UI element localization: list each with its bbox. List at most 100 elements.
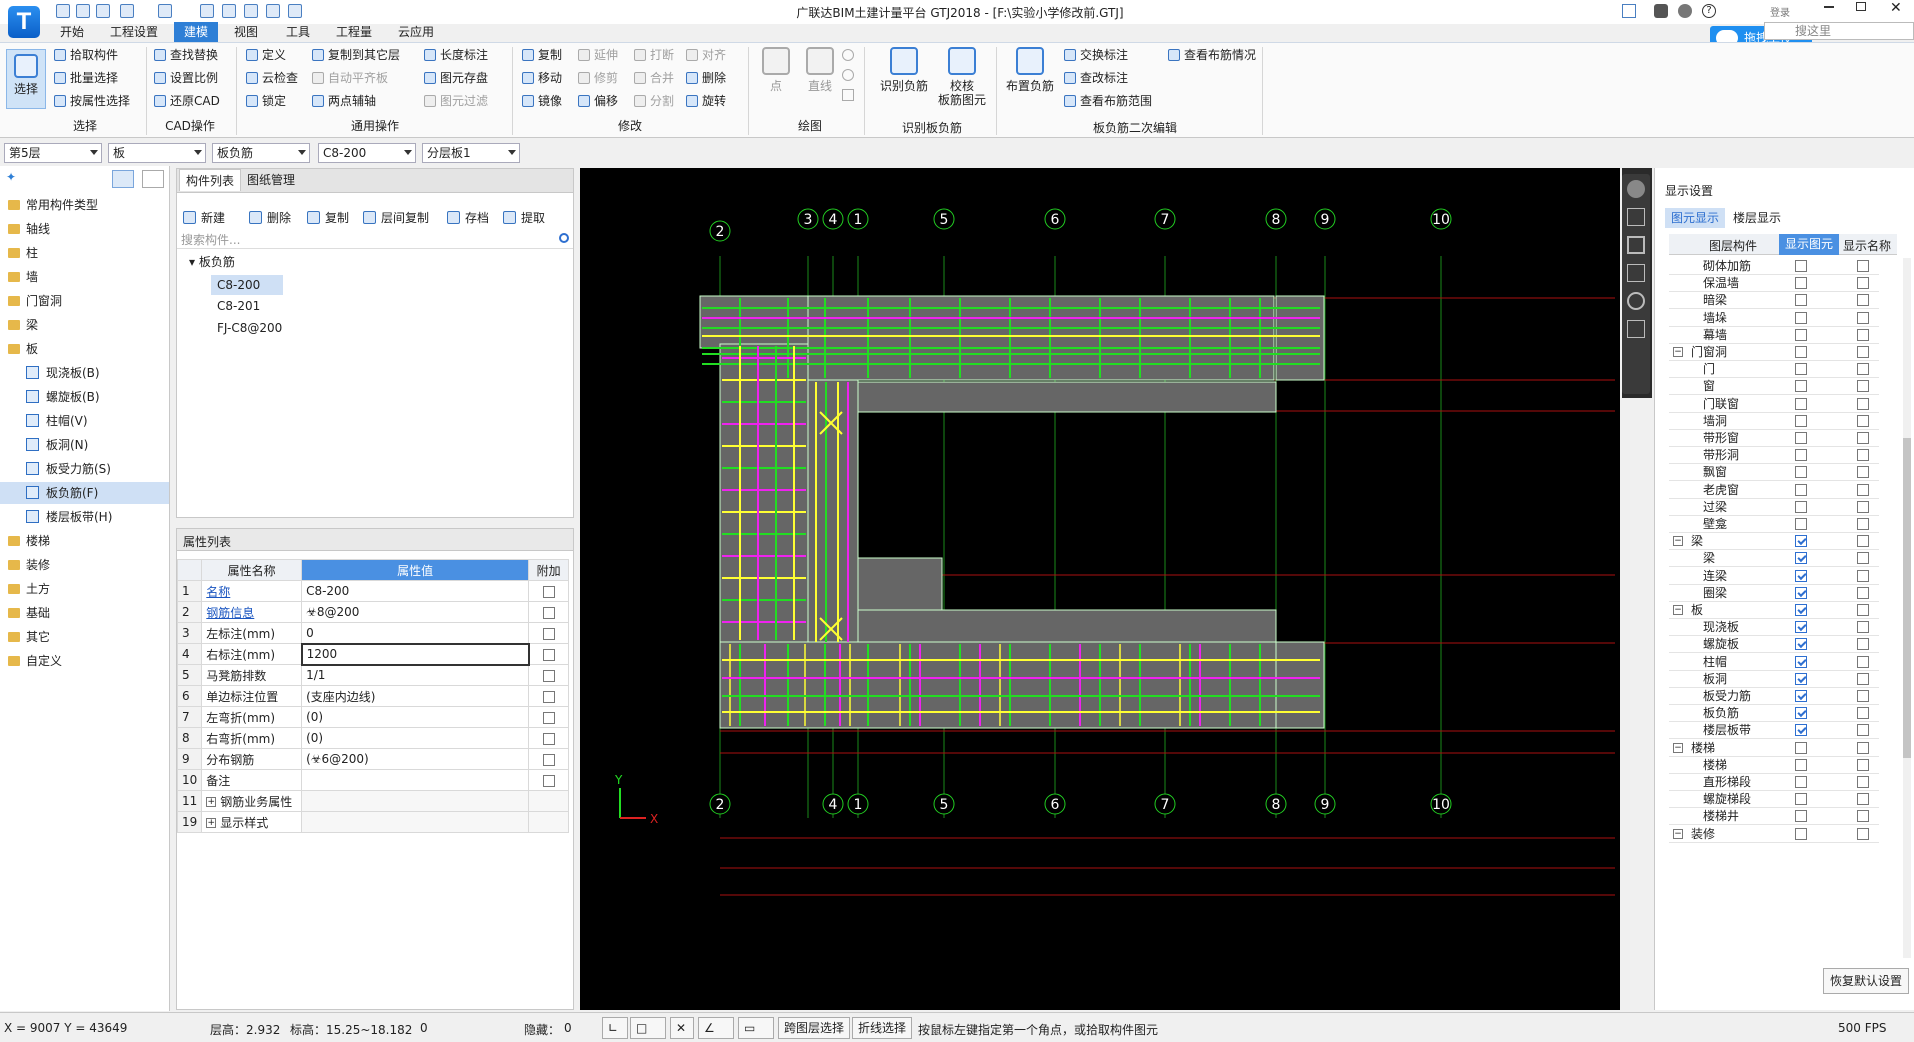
draw-point-button[interactable]: 点	[756, 47, 796, 93]
tab-start[interactable]: 开始	[50, 22, 94, 42]
subtype-select[interactable]: 板负筋	[212, 143, 310, 163]
nav-item-18[interactable]: 其它	[0, 626, 169, 648]
element-filter-button[interactable]: 图元过滤	[424, 93, 488, 109]
show-element-checkbox[interactable]	[1795, 707, 1807, 720]
show-element-checkbox[interactable]	[1795, 827, 1807, 840]
minimize-button[interactable]	[1824, 6, 1834, 8]
display-row[interactable]: − 板	[1669, 602, 1879, 619]
property-value[interactable]: (☣6@200)	[301, 748, 530, 770]
extra-checkbox[interactable]	[542, 774, 555, 787]
property-value[interactable]: (支座内边线)	[301, 685, 530, 707]
property-value[interactable]: (0)	[301, 727, 530, 749]
globe-icon[interactable]	[1627, 180, 1645, 198]
polyline-select-button[interactable]: 折线选择	[852, 1017, 913, 1039]
show-name-checkbox[interactable]	[1857, 432, 1869, 444]
show-element-checkbox[interactable]	[1795, 690, 1807, 702]
draw-line-button[interactable]: 直线	[800, 47, 840, 93]
display-row[interactable]: 窗	[1669, 378, 1879, 396]
display-row[interactable]: 门	[1669, 361, 1879, 379]
group-modify-label[interactable]: 修改	[590, 117, 670, 134]
extra-checkbox[interactable]	[542, 585, 555, 598]
collapse-icon[interactable]: −	[1673, 605, 1683, 615]
property-value[interactable]: 1/1	[301, 664, 530, 686]
display-row[interactable]: 过梁	[1669, 499, 1879, 516]
nav-item-14[interactable]: 楼梯	[0, 530, 169, 552]
tree-root[interactable]: ▾ 板负筋	[189, 253, 235, 270]
circle-icon[interactable]	[842, 69, 854, 81]
display-row[interactable]: 柱帽	[1669, 654, 1879, 671]
copy-between-floors-button[interactable]: 层间复制	[363, 209, 429, 227]
component-select[interactable]: C8-200	[318, 143, 416, 163]
show-element-checkbox[interactable]	[1795, 346, 1807, 358]
extra-checkbox[interactable]	[542, 690, 555, 703]
search-input[interactable]: 搜这里	[1764, 22, 1914, 40]
mirror-button[interactable]: 镜像	[522, 93, 562, 109]
show-element-checkbox[interactable]	[1795, 535, 1807, 548]
display-scrollbar[interactable]	[1903, 258, 1911, 958]
nav-item-16[interactable]: 土方	[0, 578, 169, 600]
lock-button[interactable]: 锁定	[246, 93, 286, 109]
cross-icon[interactable]: ✕	[670, 1017, 694, 1039]
property-value[interactable]	[301, 769, 530, 791]
show-name-checkbox[interactable]	[1857, 518, 1869, 530]
batch-select-button[interactable]: 批量选择	[54, 70, 118, 86]
delete-button[interactable]: 删除	[686, 70, 726, 86]
nav-item-10[interactable]: 板洞(N)	[0, 434, 169, 456]
show-name-checkbox[interactable]	[1857, 483, 1869, 496]
show-name-checkbox[interactable]	[1857, 449, 1869, 462]
display-row[interactable]: − 梁	[1669, 533, 1879, 551]
collapse-icon[interactable]: −	[1673, 536, 1683, 547]
show-element-checkbox[interactable]	[1795, 449, 1807, 462]
show-name-checkbox[interactable]	[1857, 569, 1869, 582]
nav-item-8[interactable]: 螺旋板(B)	[0, 386, 169, 408]
show-element-checkbox[interactable]	[1795, 655, 1807, 668]
show-name-checkbox[interactable]	[1857, 672, 1869, 685]
display-row[interactable]: 墙垛	[1669, 310, 1879, 327]
select-by-property-button[interactable]: 按属性选择	[54, 93, 130, 109]
property-row[interactable]: 4 右标注(mm) 1200	[176, 642, 569, 666]
drawing-canvas[interactable]: 2 3 4 1 5 6 7 8 9 10 2 4 1 5 6 7 8 9 10 X Y	[580, 168, 1652, 1010]
extra-checkbox[interactable]	[542, 753, 555, 766]
display-row[interactable]: − 门窗洞	[1669, 344, 1879, 361]
show-element-checkbox[interactable]	[1795, 277, 1807, 290]
show-element-checkbox[interactable]	[1795, 328, 1807, 341]
property-value[interactable]: C8-200	[301, 580, 530, 602]
rotate-view-icon[interactable]	[1627, 292, 1645, 310]
show-name-checkbox[interactable]	[1857, 707, 1869, 720]
show-element-checkbox[interactable]	[1795, 724, 1807, 737]
app-logo[interactable]: T	[8, 6, 40, 38]
quick-icon-4[interactable]	[266, 4, 280, 18]
property-row[interactable]: 2 钢筋信息 ☣8@200	[176, 601, 569, 623]
property-value[interactable]	[301, 811, 530, 833]
cloud-check-button[interactable]: 云检查	[246, 70, 298, 86]
display-row[interactable]: 螺旋板	[1669, 636, 1879, 654]
display-row[interactable]: 暗梁	[1669, 292, 1879, 310]
show-element-checkbox[interactable]	[1795, 604, 1807, 616]
cad-drawing[interactable]: 23 4 1 5 6 7 8 9 102 4 1 5 6 7 8 9 10XY	[580, 168, 1620, 1010]
layer-select[interactable]: 分层板1	[422, 143, 520, 163]
snap-icon[interactable]: □	[630, 1017, 666, 1039]
extra-checkbox[interactable]	[542, 606, 555, 619]
property-row[interactable]: 7 左弯折(mm) (0)	[176, 706, 569, 728]
show-name-checkbox[interactable]	[1857, 690, 1869, 702]
two-point-axis-button[interactable]: 两点辅轴	[312, 93, 376, 109]
show-element-checkbox[interactable]	[1795, 741, 1807, 754]
view-rebar-range-button[interactable]: 查看布筋范围	[1064, 93, 1152, 109]
display-row[interactable]: 飘窗	[1669, 464, 1879, 482]
extra-checkbox[interactable]	[542, 648, 555, 661]
display-row[interactable]: 砌体加筋	[1669, 258, 1879, 275]
show-name-checkbox[interactable]	[1857, 500, 1869, 513]
tab-tools[interactable]: 工具	[276, 22, 320, 42]
show-element-checkbox[interactable]	[1795, 638, 1807, 651]
show-element-checkbox[interactable]	[1795, 569, 1807, 582]
arc-icon[interactable]	[842, 49, 854, 61]
extract-button[interactable]: 提取	[503, 209, 545, 227]
tab-quantities[interactable]: 工程量	[326, 22, 382, 42]
show-name-checkbox[interactable]	[1857, 363, 1869, 376]
quick-icon-5[interactable]	[288, 4, 302, 18]
user-icon[interactable]	[1622, 4, 1636, 18]
tree-item-c8-200[interactable]: C8-200	[211, 275, 283, 295]
tab-drawing-management[interactable]: 图纸管理	[241, 169, 301, 191]
display-row[interactable]: 现浇板	[1669, 619, 1879, 637]
tab-element-display[interactable]: 图元显示	[1665, 208, 1725, 228]
